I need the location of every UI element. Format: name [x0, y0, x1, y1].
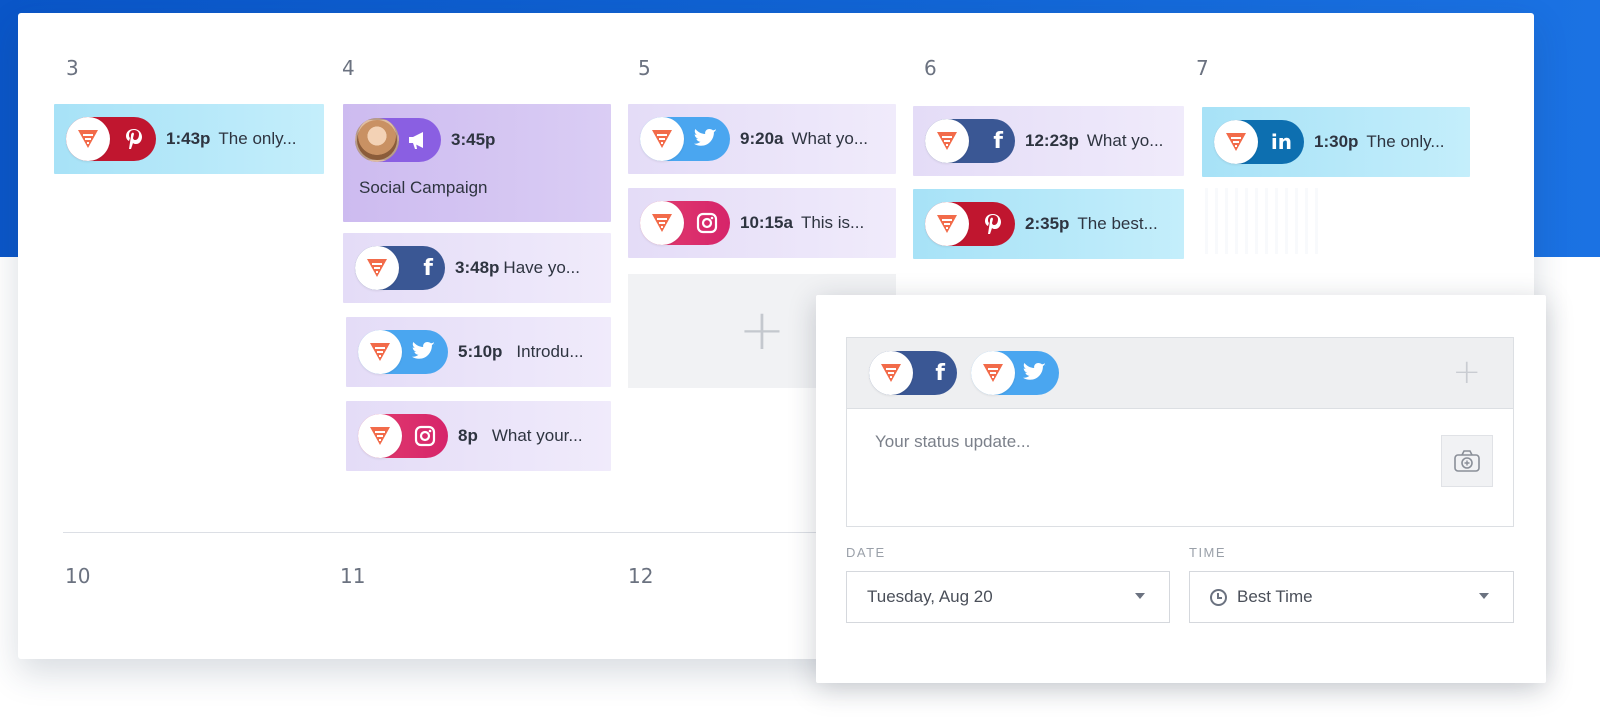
date-select[interactable]: Tuesday, Aug 20: [846, 571, 1170, 623]
day-number: 11: [340, 564, 366, 588]
time-label: TIME: [1189, 545, 1227, 560]
linkedin-icon: in: [1270, 130, 1292, 154]
brand-logo-icon: [640, 201, 684, 245]
chevron-down-icon: [1479, 593, 1489, 599]
post-text: Have yo...: [503, 258, 580, 277]
post-text: Introdu...: [516, 342, 584, 361]
clock-icon: [1210, 588, 1227, 606]
twitter-icon: [412, 330, 436, 374]
profile-pill: [358, 330, 448, 374]
time-value: Best Time: [1237, 587, 1313, 606]
post-time: 1:43p: [166, 129, 211, 148]
post-text: The only...: [1366, 132, 1445, 151]
post-text: The only...: [218, 129, 297, 148]
post-text: What your...: [491, 426, 583, 445]
add-photo-button[interactable]: [1441, 435, 1493, 487]
profile-selector: f +: [846, 337, 1514, 409]
post-time: 3:45p: [451, 130, 496, 149]
brand-logo-icon: [66, 117, 110, 161]
instagram-icon: [414, 414, 436, 458]
date-label: DATE: [846, 545, 886, 560]
day-number: 4: [342, 56, 355, 80]
twitter-icon: [694, 117, 718, 161]
campaign-pill: [355, 118, 441, 162]
pinterest-icon: [124, 117, 144, 161]
brand-logo-icon: [925, 119, 969, 163]
brand-logo-icon: [358, 330, 402, 374]
post-card[interactable]: 9:20a What yo...: [628, 104, 896, 174]
day-number: 3: [66, 56, 79, 80]
post-time: 3:48p: [455, 258, 500, 277]
post-time: 2:35p: [1025, 214, 1070, 233]
post-card[interactable]: 2:35p The best...: [913, 189, 1184, 259]
brand-logo-icon: [355, 246, 399, 290]
post-card[interactable]: 8p What your...: [346, 401, 611, 471]
avatar: [355, 118, 399, 162]
faded-placeholder: [1205, 188, 1325, 254]
profile-pill[interactable]: [971, 351, 1059, 395]
day-number: 10: [65, 564, 91, 588]
add-profile-button[interactable]: +: [1453, 352, 1482, 392]
instagram-icon: [696, 201, 718, 245]
profile-pill: [66, 117, 156, 161]
pinterest-icon: [983, 202, 1003, 246]
facebook-icon: f: [423, 255, 433, 281]
facebook-icon: f: [935, 360, 945, 386]
brand-logo-icon: [1214, 120, 1258, 164]
post-card[interactable]: f 3:48p Have yo...: [343, 233, 611, 303]
post-time: 10:15a: [740, 213, 793, 232]
plus-icon: +: [738, 298, 786, 363]
post-text: The best...: [1077, 214, 1158, 233]
brand-logo-icon: [925, 202, 969, 246]
post-composer: f + Your status update... DATE Tuesday, …: [816, 295, 1546, 683]
post-time: 8p: [458, 426, 478, 445]
post-time: 1:30p: [1314, 132, 1359, 151]
profile-pill: [925, 202, 1015, 246]
post-text: What yo...: [1086, 131, 1164, 150]
post-card[interactable]: in 1:30p The only...: [1202, 107, 1470, 177]
post-time: 9:20a: [740, 129, 784, 148]
brand-logo-icon: [869, 351, 913, 395]
post-text: This is...: [800, 213, 865, 232]
date-value: Tuesday, Aug 20: [867, 587, 993, 606]
post-card[interactable]: 1:43p The only...: [54, 104, 324, 174]
profile-pill: [640, 117, 730, 161]
brand-logo-icon: [358, 414, 402, 458]
profile-pill: [640, 201, 730, 245]
brand-logo-icon: [971, 351, 1015, 395]
profile-pill: f: [355, 246, 445, 290]
day-number: 5: [638, 56, 651, 80]
profile-pill[interactable]: f: [869, 351, 957, 395]
post-card[interactable]: f 12:23p What yo...: [913, 106, 1184, 176]
megaphone-icon: [407, 118, 429, 162]
facebook-icon: f: [993, 128, 1003, 154]
status-placeholder: Your status update...: [875, 432, 1031, 451]
chevron-down-icon: [1135, 593, 1145, 599]
twitter-icon: [1023, 351, 1047, 395]
post-text: What yo...: [791, 129, 869, 148]
profile-pill: in: [1214, 120, 1304, 164]
post-card[interactable]: 10:15a This is...: [628, 188, 896, 258]
day-number: 12: [628, 564, 654, 588]
day-number: 7: [1196, 56, 1209, 80]
profile-pill: [358, 414, 448, 458]
campaign-label: Social Campaign: [359, 178, 488, 197]
brand-logo-icon: [640, 117, 684, 161]
day-number: 6: [924, 56, 937, 80]
profile-pill: f: [925, 119, 1015, 163]
campaign-card[interactable]: 3:45p Social Campaign: [343, 104, 611, 222]
time-select[interactable]: Best Time: [1189, 571, 1514, 623]
status-textarea[interactable]: Your status update...: [846, 408, 1514, 527]
post-time: 5:10p: [458, 342, 503, 361]
camera-icon: [1454, 450, 1480, 472]
post-card[interactable]: 5:10p Introdu...: [346, 317, 611, 387]
post-time: 12:23p: [1025, 131, 1079, 150]
